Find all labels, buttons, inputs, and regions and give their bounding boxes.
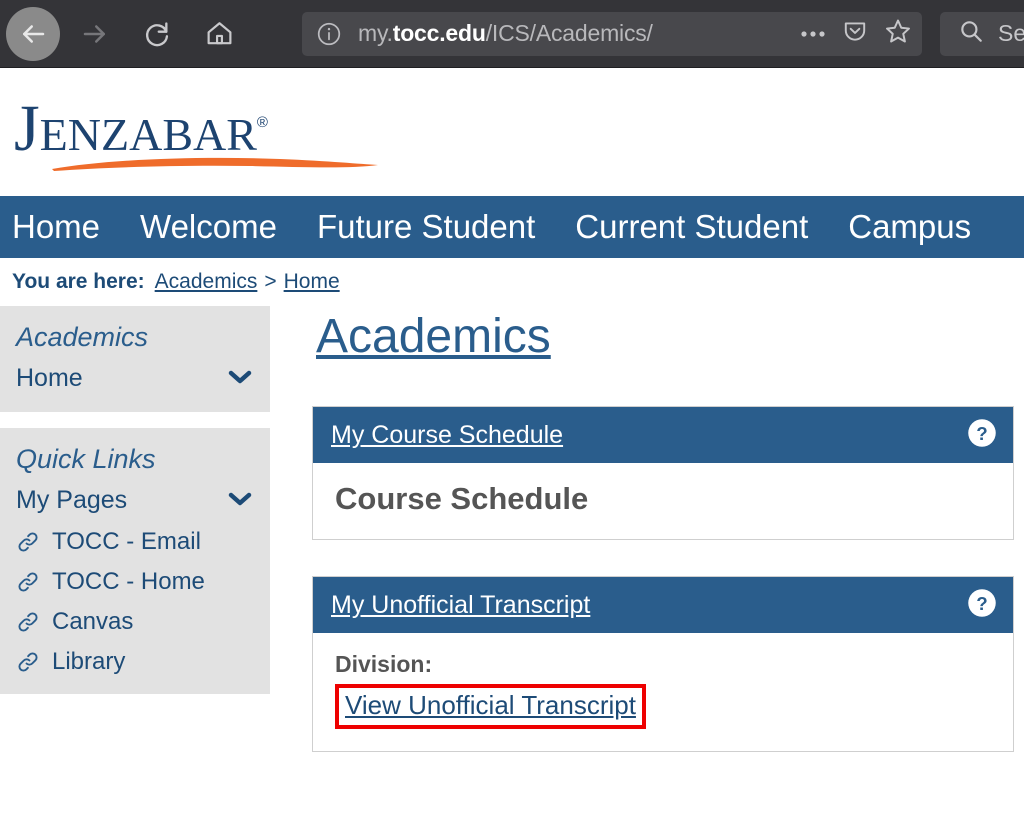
highlight-annotation: View Unofficial Transcript [335, 684, 646, 730]
portlet-body: Division: View Unofficial Transcript [313, 633, 1013, 751]
breadcrumb: You are here: Academics > Home [0, 258, 1024, 306]
nav-item-future-student[interactable]: Future Student [317, 208, 535, 246]
sidebar: Academics Home Quick Links My Pages TOCC… [0, 306, 270, 710]
registered-trademark-icon: ® [256, 114, 268, 131]
sidebar-box-academics: Academics Home [0, 306, 270, 412]
home-icon [205, 19, 234, 48]
portlet-header: My Course Schedule ? [313, 407, 1013, 464]
browser-toolbar: my.tocc.edu/ICS/Academics/ Se [0, 0, 1024, 68]
portlet-title-my-unofficial-transcript[interactable]: My Unofficial Transcript [331, 591, 967, 620]
sidebar-item-home[interactable]: Home [0, 357, 270, 400]
forward-button[interactable] [68, 7, 122, 61]
back-arrow-icon [18, 19, 48, 49]
svg-text:?: ? [976, 593, 987, 614]
link-chain-icon [16, 530, 40, 554]
url-prefix: my. [358, 20, 393, 46]
nav-item-home[interactable]: Home [12, 208, 100, 246]
breadcrumb-separator: > [264, 270, 277, 293]
address-bar-actions [788, 17, 912, 50]
main-navigation: Home Welcome Future Student Current Stud… [0, 196, 1024, 258]
help-question-icon[interactable]: ? [967, 588, 997, 623]
page-info-icon[interactable] [316, 21, 342, 47]
sidebar-item-library[interactable]: Library [0, 642, 270, 682]
url-host: tocc.edu [392, 20, 486, 46]
pocket-icon[interactable] [842, 18, 868, 49]
back-button[interactable] [6, 6, 60, 61]
help-question-icon[interactable]: ? [967, 418, 997, 453]
sidebar-item-tocc-home[interactable]: TOCC - Home [0, 562, 270, 602]
breadcrumb-link-academics[interactable]: Academics [155, 270, 258, 294]
url-path: /ICS/Academics/ [485, 20, 653, 46]
sidebar-item-label-my-pages: My Pages [16, 486, 128, 514]
reload-button[interactable] [130, 7, 184, 61]
sidebar-item-label-home: Home [16, 364, 83, 392]
main-column: Academics My Course Schedule ? Course Sc… [270, 306, 1024, 788]
chevron-down-icon[interactable] [226, 486, 254, 515]
logo-swoosh-icon [52, 157, 378, 171]
link-chain-icon [16, 570, 40, 594]
link-chain-icon [16, 610, 40, 634]
forward-arrow-icon [80, 19, 110, 49]
portlet-my-unofficial-transcript: My Unofficial Transcript ? Division: Vie… [312, 576, 1014, 753]
sidebar-item-tocc-email[interactable]: TOCC - Email [0, 522, 270, 562]
portlet-header: My Unofficial Transcript ? [313, 577, 1013, 634]
sidebar-item-canvas[interactable]: Canvas [0, 602, 270, 642]
nav-item-current-student[interactable]: Current Student [575, 208, 808, 246]
page-title[interactable]: Academics [316, 311, 551, 362]
sidebar-item-label-tocc-email: TOCC - Email [52, 528, 201, 555]
browser-nav-buttons [0, 6, 246, 61]
portlet-my-course-schedule: My Course Schedule ? Course Schedule [312, 406, 1014, 541]
breadcrumb-link-home[interactable]: Home [284, 270, 340, 294]
sidebar-box-quick-links: Quick Links My Pages TOCC - Email TOCC -… [0, 428, 270, 694]
content-area: Academics Home Quick Links My Pages TOCC… [0, 306, 1024, 788]
course-schedule-heading: Course Schedule [335, 481, 589, 517]
sidebar-item-label-library: Library [52, 648, 126, 675]
reload-icon [143, 20, 171, 48]
svg-text:?: ? [976, 423, 987, 444]
nav-item-campus[interactable]: Campus [848, 208, 971, 246]
search-icon [958, 18, 984, 49]
sidebar-item-label-tocc-home: TOCC - Home [52, 568, 205, 595]
star-bookmark-icon[interactable] [884, 17, 912, 50]
home-button[interactable] [192, 7, 246, 61]
link-chain-icon [16, 650, 40, 674]
jenzabar-logo[interactable]: Jenzabar® [14, 88, 404, 184]
portlet-title-my-course-schedule[interactable]: My Course Schedule [331, 421, 967, 450]
logo-wordmark: Jenzabar® [14, 92, 268, 165]
address-bar[interactable]: my.tocc.edu/ICS/Academics/ [302, 11, 922, 56]
sidebar-item-label-canvas: Canvas [52, 608, 134, 635]
search-input[interactable]: Sea [998, 20, 1024, 47]
site-header: Jenzabar® [0, 68, 1024, 196]
sidebar-box-title-academics: Academics [16, 322, 149, 352]
browser-search-box[interactable]: Sea [940, 11, 1024, 56]
division-label: Division: [335, 651, 433, 678]
nav-item-welcome[interactable]: Welcome [140, 208, 277, 246]
more-actions-icon[interactable] [800, 25, 826, 43]
view-unofficial-transcript-link[interactable]: View Unofficial Transcript [345, 690, 636, 720]
breadcrumb-label: You are here: [12, 270, 145, 293]
sidebar-box-title-quick-links: Quick Links [16, 444, 156, 474]
chevron-down-icon[interactable] [226, 364, 254, 393]
address-bar-text[interactable]: my.tocc.edu/ICS/Academics/ [358, 20, 788, 47]
sidebar-item-my-pages[interactable]: My Pages [0, 479, 270, 522]
portlet-body: Course Schedule [313, 463, 1013, 539]
page-content: Jenzabar® Home Welcome Future Student Cu… [0, 68, 1024, 828]
